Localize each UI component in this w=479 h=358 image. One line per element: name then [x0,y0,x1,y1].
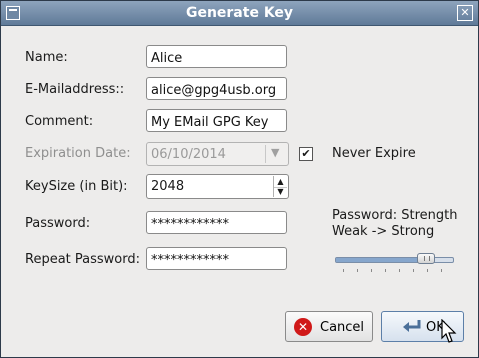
spin-down-icon[interactable]: ▼ [274,186,287,197]
date-separator [265,145,266,163]
slider-tick [441,269,442,272]
window-title: Generate Key [185,5,294,21]
close-icon[interactable]: ✕ [457,5,473,21]
repeat-password-label: Repeat Password: [25,252,140,267]
spin-buttons: ▲ ▼ [273,176,287,197]
slider-tick [427,269,428,272]
chevron-down-icon: ▼ [271,146,280,159]
email-label: E-Mailaddress:: [25,82,125,97]
name-label: Name: [25,50,68,65]
email-field[interactable] [146,77,287,100]
cancel-icon: ✕ [294,318,312,336]
expiration-date-picker: 06/10/2014 ▼ [146,142,289,166]
generate-key-dialog: Generate Key ✕ Name: E-Mailaddress:: Com… [0,0,479,358]
slider-tick [385,269,386,272]
strength-slider-handle[interactable] [417,253,435,264]
expiration-date-value: 06/10/2014 [151,147,226,162]
cancel-label: Cancel [320,320,365,335]
password-field[interactable] [146,211,287,234]
keysize-value[interactable]: 2048 [151,179,184,194]
strength-title: Password: Strength [332,208,458,223]
keysize-label: KeySize (in Bit): [25,179,128,194]
cancel-button[interactable]: ✕ Cancel [285,311,373,342]
strength-label: Password: Strength Weak -> Strong [332,208,457,240]
slider-tick [343,269,344,272]
slider-tick [371,269,372,272]
strength-slider-track [335,257,454,263]
never-expire-label[interactable]: Never Expire [332,146,416,161]
strength-slider-fill [336,258,427,262]
never-expire-checkbox[interactable]: ✔ [299,147,313,161]
mouse-pointer-icon [441,319,457,343]
slider-tick [399,269,400,272]
slider-tick [413,269,414,272]
password-label: Password: [25,216,91,231]
title-bar[interactable]: Generate Key ✕ [1,1,478,26]
expiration-label: Expiration Date: [25,146,131,161]
keysize-spinbox[interactable]: 2048 ▲ ▼ [146,174,289,199]
comment-field[interactable] [146,109,287,132]
name-field[interactable] [146,45,287,68]
slider-tick [357,269,358,272]
strength-scale: Weak -> Strong [332,224,435,239]
repeat-password-field[interactable] [146,247,287,270]
comment-label: Comment: [25,114,94,129]
enter-arrow-icon [403,320,421,332]
